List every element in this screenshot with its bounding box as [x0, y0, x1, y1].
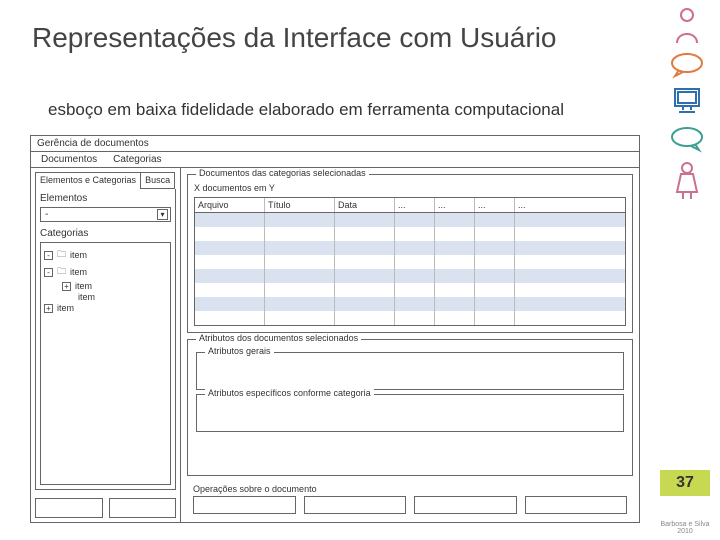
- tab-elementos-categorias[interactable]: Elementos e Categorias: [35, 172, 141, 189]
- folder-icon: 🗀: [57, 247, 66, 263]
- tree-item-label: item: [57, 303, 74, 313]
- wireframe-window: Gerência de documentos Documentos Catego…: [30, 135, 640, 523]
- label-categorias: Categorias: [40, 228, 171, 239]
- left-pane: Elementos e Categorias Busca Elementos -…: [31, 168, 181, 522]
- categories-tree[interactable]: -🗀 item -🗀 item + item item + item: [40, 242, 171, 485]
- tree-item-label: item: [75, 281, 92, 291]
- category-attributes-legend: Atributos específicos conforme categoria: [205, 388, 374, 398]
- col-extra[interactable]: ...: [435, 198, 475, 212]
- operations-label: Operações sobre o documento: [193, 484, 633, 494]
- col-extra[interactable]: ...: [475, 198, 515, 212]
- op-button-1[interactable]: [193, 496, 296, 514]
- documents-group: Documentos das categorias selecionadas X…: [187, 174, 633, 333]
- col-extra[interactable]: ...: [515, 198, 555, 212]
- documents-table[interactable]: Arquivo Título Data ... ... ... ...: [194, 197, 626, 326]
- chevron-down-icon: ▾: [157, 209, 168, 220]
- col-extra[interactable]: ...: [395, 198, 435, 212]
- col-data[interactable]: Data: [335, 198, 395, 212]
- left-button-2[interactable]: [109, 498, 177, 518]
- documents-count: X documentos em Y: [194, 183, 626, 193]
- attributes-group-legend: Atributos dos documentos selecionados: [196, 333, 361, 343]
- slide-title: Representações da Interface com Usuário: [32, 22, 557, 54]
- menu-categorias[interactable]: Categorias: [113, 152, 161, 167]
- credit-text: Barbosa e Silva 2010: [660, 521, 710, 536]
- category-attributes-box: Atributos específicos conforme categoria: [196, 394, 624, 432]
- person-male-icon: [669, 5, 705, 45]
- icon-strip: [669, 5, 705, 201]
- folder-icon: 🗀: [57, 264, 66, 280]
- tree-expand-icon[interactable]: +: [44, 304, 53, 313]
- combo-value: -: [45, 209, 48, 220]
- col-arquivo[interactable]: Arquivo: [195, 198, 265, 212]
- menubar: Documentos Categorias: [31, 152, 639, 168]
- computer-icon: [669, 85, 705, 119]
- operations-area: Operações sobre o documento: [187, 482, 633, 518]
- tree-collapse-icon[interactable]: -: [44, 251, 53, 260]
- tab-busca[interactable]: Busca: [141, 172, 175, 189]
- documents-group-legend: Documentos das categorias selecionadas: [196, 168, 369, 178]
- attributes-group: Atributos dos documentos selecionados At…: [187, 339, 633, 476]
- right-pane: Documentos das categorias selecionadas X…: [181, 168, 639, 522]
- label-elementos: Elementos: [40, 193, 171, 204]
- speech-bubble-right-icon: [669, 125, 705, 153]
- window-titlebar: Gerência de documentos: [31, 136, 639, 152]
- tree-item-label: item: [70, 250, 87, 260]
- col-titulo[interactable]: Título: [265, 198, 335, 212]
- op-button-3[interactable]: [414, 496, 517, 514]
- op-button-4[interactable]: [525, 496, 628, 514]
- speech-bubble-left-icon: [669, 51, 705, 79]
- slide-subtitle: esboço em baixa fidelidade elaborado em …: [48, 100, 564, 120]
- page-number-badge: 37: [660, 470, 710, 496]
- tree-expand-icon[interactable]: +: [62, 282, 71, 291]
- general-attributes-box: Atributos gerais: [196, 352, 624, 390]
- left-button-1[interactable]: [35, 498, 103, 518]
- elements-combobox[interactable]: - ▾: [40, 207, 171, 222]
- tree-item-label: item: [70, 267, 87, 277]
- general-attributes-legend: Atributos gerais: [205, 346, 274, 356]
- menu-documentos[interactable]: Documentos: [41, 152, 97, 167]
- person-female-icon: [669, 159, 705, 201]
- tree-collapse-icon[interactable]: -: [44, 268, 53, 277]
- tree-item-label: item: [78, 292, 95, 302]
- op-button-2[interactable]: [304, 496, 407, 514]
